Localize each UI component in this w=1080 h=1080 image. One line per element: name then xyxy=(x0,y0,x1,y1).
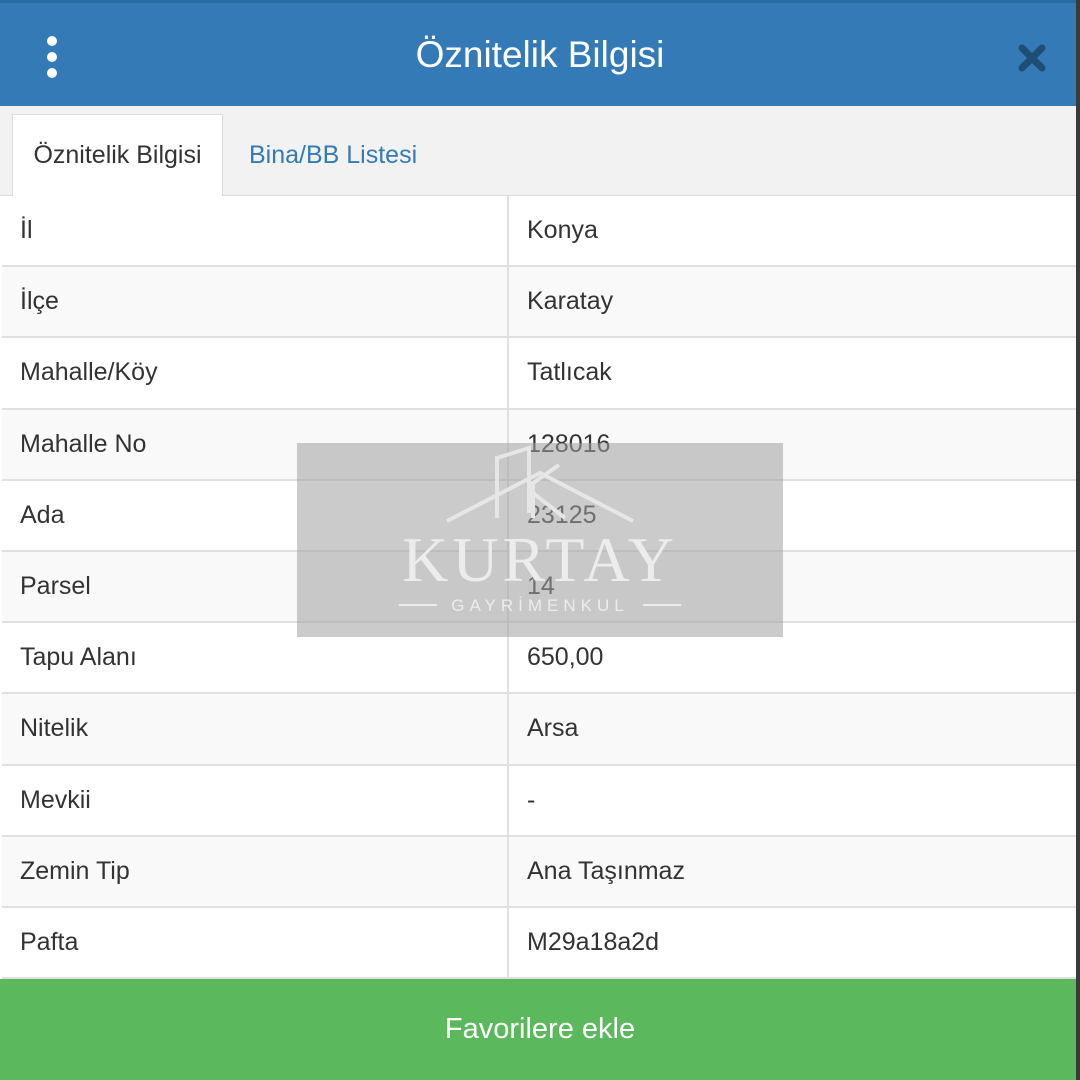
modal-header: Öznitelik Bilgisi xyxy=(0,0,1080,106)
tab-bina-bb-listesi[interactable]: Bina/BB Listesi xyxy=(249,114,417,197)
more-vertical-icon[interactable] xyxy=(30,27,74,87)
row-label: Pafta xyxy=(2,907,509,978)
row-value: - xyxy=(527,785,536,814)
row-value: 14 xyxy=(527,572,555,601)
row-label: Nitelik xyxy=(2,694,509,764)
table-row: Tapu Alanı 650,00 xyxy=(2,623,1076,695)
row-value: Tatlıcak xyxy=(527,358,612,387)
table-row: Zemin Tip Ana Taşınmaz xyxy=(2,836,1076,908)
row-value: Arsa xyxy=(527,714,579,743)
row-value: Karatay xyxy=(527,287,614,316)
add-to-favorites-button[interactable]: Favorilere ekle xyxy=(0,979,1080,1080)
table-row: İlçe Karatay xyxy=(2,267,1076,339)
table-row: Pafta M29a18a2d xyxy=(2,907,1076,980)
tab-bar: Öznitelik Bilgisi Bina/BB Listesi xyxy=(0,106,1080,197)
table-row: Nitelik Arsa xyxy=(2,694,1076,766)
table-row: Mahalle/Köy Tatlıcak xyxy=(2,338,1076,410)
table-row: İl Konya xyxy=(2,196,1076,268)
row-label: Mahalle/Köy xyxy=(2,338,509,408)
row-label: Mevkii xyxy=(2,765,509,835)
modal-title: Öznitelik Bilgisi xyxy=(415,33,665,75)
attribute-table: İl Konya İlçe Karatay Mahalle/Köy Tatlıc… xyxy=(2,196,1076,980)
row-label: Parsel xyxy=(2,551,509,622)
row-label: İlçe xyxy=(2,267,509,337)
row-label: Mahalle No xyxy=(2,409,509,479)
table-row: Mahalle No 128016 xyxy=(2,409,1076,481)
row-label: Ada xyxy=(2,480,509,550)
row-value: Konya xyxy=(527,216,598,245)
row-label: Tapu Alanı xyxy=(2,623,509,693)
row-label: Zemin Tip xyxy=(2,836,509,906)
tab-oznitelik-bilgisi[interactable]: Öznitelik Bilgisi xyxy=(12,114,223,197)
row-label: İl xyxy=(2,196,509,266)
window-edge xyxy=(1076,0,1080,1080)
close-icon[interactable] xyxy=(1010,33,1054,83)
table-row: Mevkii - xyxy=(2,765,1076,837)
row-value: 650,00 xyxy=(527,643,604,672)
table-row: Ada 23125 xyxy=(2,480,1076,552)
table-row: Parsel 14 xyxy=(2,551,1076,624)
row-value: M29a18a2d xyxy=(527,927,660,956)
row-value: 128016 xyxy=(527,429,611,458)
row-value: 23125 xyxy=(527,500,597,529)
row-value: Ana Taşınmaz xyxy=(527,856,685,885)
